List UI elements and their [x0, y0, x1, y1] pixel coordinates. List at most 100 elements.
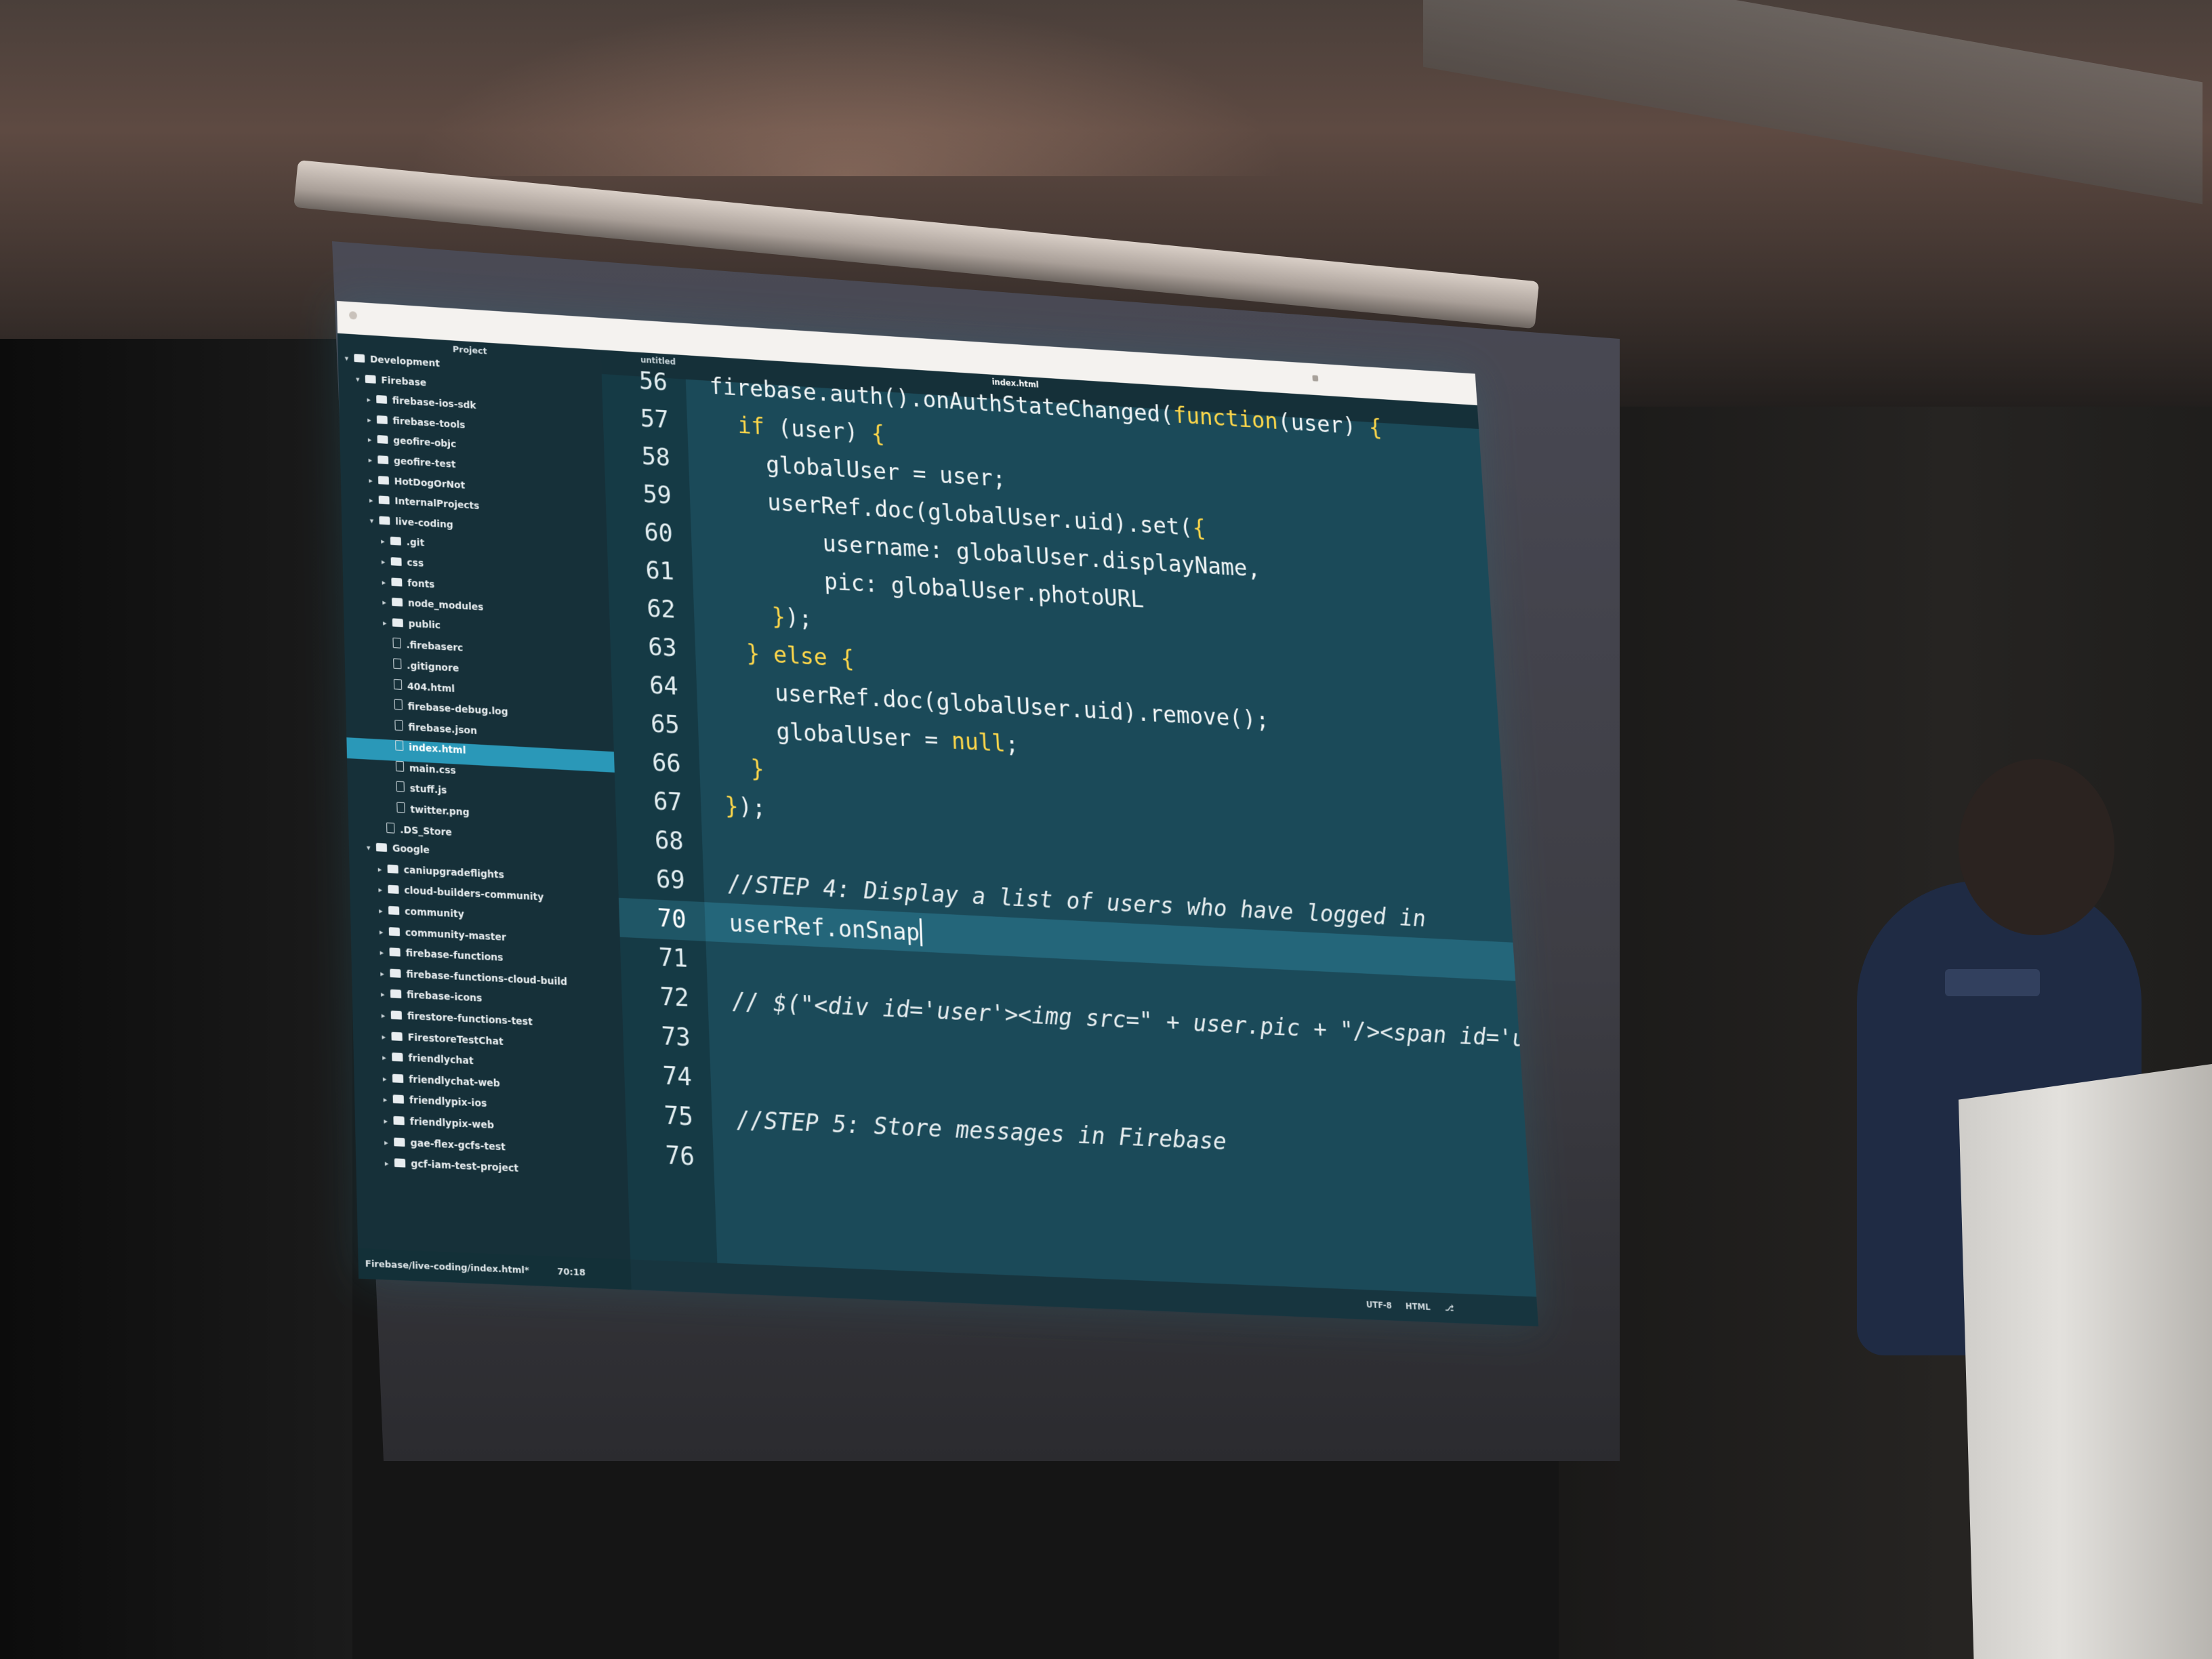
tree-item-label: .firebaserc [406, 640, 464, 655]
git-branch-icon[interactable]: ⎇ [1444, 1303, 1454, 1313]
tree-item-label: index.html [409, 742, 466, 757]
folder-icon [391, 577, 403, 587]
chevron-right-icon[interactable]: ▸ [368, 455, 377, 465]
chevron-right-icon[interactable]: ▸ [367, 415, 377, 425]
tree-item-label: Development [369, 354, 441, 369]
line-number: 76 [665, 1141, 695, 1172]
chevron-right-icon[interactable]: ▸ [380, 927, 389, 937]
chevron-right-icon[interactable]: ▸ [380, 948, 389, 958]
chevron-right-icon[interactable]: ▸ [384, 1138, 394, 1147]
chevron-right-icon[interactable]: ▸ [379, 906, 388, 916]
chevron-down-icon[interactable]: ▾ [367, 843, 376, 853]
code-line[interactable]: }); [724, 792, 766, 822]
file-icon [394, 699, 403, 710]
status-grammar[interactable]: HTML [1406, 1301, 1431, 1312]
chevron-right-icon[interactable]: ▸ [369, 496, 379, 506]
file-icon [395, 740, 404, 752]
file-icon [396, 802, 405, 813]
line-number: 63 [647, 632, 678, 663]
line-number: 66 [651, 748, 682, 779]
folder-icon [392, 1052, 403, 1062]
folder-icon [365, 374, 376, 384]
file-icon [395, 760, 405, 772]
chevron-right-icon[interactable]: ▸ [383, 1074, 392, 1084]
chevron-right-icon[interactable]: ▸ [382, 1053, 392, 1063]
line-number: 61 [644, 556, 675, 586]
folder-icon [391, 1031, 403, 1041]
folder-icon [392, 618, 403, 628]
status-encoding[interactable]: UTF-8 [1366, 1300, 1392, 1311]
chevron-right-icon[interactable]: ▸ [381, 537, 390, 546]
folder-icon [392, 1094, 405, 1104]
code-line[interactable]: }); [717, 600, 813, 633]
code-line[interactable]: // $("<div id='user'><img src=" + user.p… [731, 987, 1538, 1061]
status-file-path[interactable]: Firebase/live-coding/index.html* [365, 1258, 529, 1276]
folder-icon [390, 1010, 403, 1020]
folder-icon [354, 354, 365, 363]
file-icon [393, 678, 403, 690]
tree-item-label: twitter.png [410, 804, 470, 819]
chevron-right-icon[interactable]: ▸ [381, 990, 390, 1000]
chevron-right-icon[interactable]: ▸ [383, 618, 392, 628]
code-line[interactable]: //STEP 5: Store messages in Firebase [736, 1106, 1227, 1156]
code-area[interactable]: firebase.auth().onAuthStateChanged(funct… [685, 373, 1538, 1297]
chevron-right-icon[interactable]: ▸ [380, 969, 390, 979]
chevron-right-icon[interactable]: ▸ [382, 1032, 391, 1042]
folder-icon [389, 947, 401, 957]
line-number: 57 [640, 405, 670, 434]
folder-icon [390, 989, 402, 999]
code-line[interactable]: globalUser = null; [722, 715, 1019, 758]
tree-item-label: Firebase [381, 375, 427, 389]
chevron-right-icon[interactable]: ▸ [368, 435, 377, 445]
chevron-right-icon[interactable]: ▸ [382, 1011, 391, 1021]
file-icon [392, 638, 401, 649]
chevron-right-icon[interactable]: ▸ [382, 598, 392, 607]
line-number: 74 [662, 1061, 693, 1092]
folder-icon [388, 885, 399, 895]
code-editor-window: Project ▾ Development ▾ Firebase ▸ firebase-i… [337, 301, 1539, 1327]
line-number: 73 [661, 1021, 691, 1052]
folder-icon [387, 864, 398, 874]
status-cursor-position[interactable]: 70:18 [557, 1267, 586, 1279]
folder-icon [388, 905, 400, 916]
chevron-right-icon[interactable]: ▸ [378, 885, 388, 895]
chevron-right-icon[interactable]: ▸ [378, 865, 388, 874]
folder-icon [377, 435, 388, 445]
chevron-down-icon[interactable]: ▾ [370, 516, 380, 526]
tree-item-label: stuff.js [409, 783, 447, 797]
chevron-right-icon[interactable]: ▸ [385, 1159, 394, 1168]
code-line[interactable]: if (user) { [710, 410, 885, 448]
window-close-icon[interactable] [348, 311, 358, 320]
folder-icon [390, 537, 401, 546]
chevron-right-icon[interactable]: ▸ [382, 577, 391, 587]
presenter-head [1959, 759, 2114, 935]
chevron-right-icon[interactable]: ▸ [369, 476, 378, 485]
chevron-right-icon[interactable]: ▸ [384, 1116, 393, 1126]
code-line[interactable]: } else { [719, 638, 855, 673]
folder-icon [394, 1158, 406, 1168]
chevron-right-icon[interactable]: ▸ [382, 557, 391, 567]
chevron-down-icon[interactable]: ▾ [356, 375, 365, 384]
line-number: 75 [663, 1101, 694, 1132]
file-icon [394, 719, 403, 731]
folder-icon [377, 475, 389, 485]
file-icon [396, 781, 405, 793]
line-number: 65 [650, 710, 680, 740]
code-line[interactable]: } [723, 754, 765, 783]
folder-icon [375, 843, 388, 853]
chevron-down-icon[interactable]: ▾ [345, 354, 354, 363]
folder-icon [378, 495, 390, 505]
folder-icon [392, 597, 403, 607]
chevron-right-icon[interactable]: ▸ [367, 395, 376, 405]
tree-item-label: .git [406, 537, 425, 550]
tree-item-label: .gitignore [407, 660, 459, 674]
lock-icon [1312, 375, 1319, 382]
line-number: 69 [655, 865, 686, 895]
folder-icon [376, 395, 388, 405]
chevron-right-icon[interactable]: ▸ [384, 1095, 393, 1105]
code-line[interactable]: globalUser = user; [712, 448, 1006, 493]
line-number: 59 [642, 480, 672, 510]
